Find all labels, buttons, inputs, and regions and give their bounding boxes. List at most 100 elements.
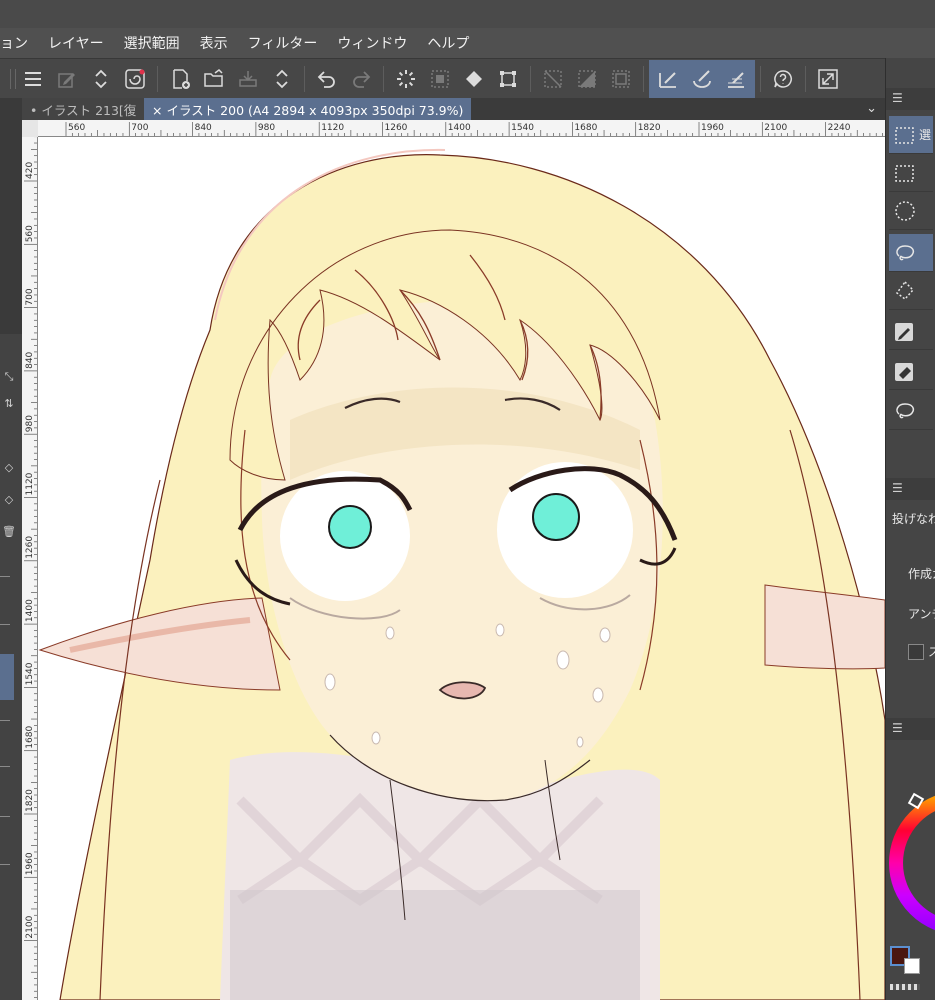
right-ear <box>764 584 885 670</box>
ruler-tick-label: 1260 <box>25 536 35 559</box>
tool-ellipse-selection[interactable] <box>889 192 933 230</box>
panel-header[interactable]: ☰ <box>886 88 935 110</box>
illustration <box>38 148 885 1000</box>
title-strip <box>0 0 935 28</box>
help-icon[interactable] <box>768 64 798 94</box>
resize-icon[interactable]: ⤡ <box>0 368 18 386</box>
document-tabs: • イラスト 213[復 × イラスト 200 (A4 2894 x 4093p… <box>22 98 885 120</box>
fill-icon[interactable] <box>459 64 489 94</box>
panel-menu-icon[interactable]: ☰ <box>892 481 903 495</box>
hide-selection-icon[interactable] <box>538 64 568 94</box>
menu-bar: ョン レイヤー 選択範囲 表示 フィルター ウィンドウ ヘルプ <box>0 28 935 58</box>
right-panel: ☰ 選 ☰ 投げなわ 作成ガ アンチ ス ☰ <box>885 58 935 1000</box>
snap-special-ruler-icon[interactable] <box>687 64 717 94</box>
layer-divider <box>0 624 10 625</box>
ruler-tick-label: 560 <box>68 123 85 133</box>
menu-animation[interactable]: ョン <box>0 33 38 53</box>
toolbar-separator <box>760 65 761 92</box>
ruler-top-ticks: 560 700 840 980 1120 1260 1400 1540 1680 1820 1960… <box>65 122 883 136</box>
drawing-canvas[interactable] <box>38 137 885 1000</box>
tool-shrink-selection[interactable] <box>889 392 933 430</box>
tool-selection-pen[interactable] <box>889 312 933 350</box>
ruler-tick-label: 980 <box>25 415 35 432</box>
color-wheel[interactable] <box>886 758 935 958</box>
tab-active[interactable]: × イラスト 200 (A4 2894 x 4093px 350dpi 73.9… <box>144 98 472 120</box>
ruler-tick-label: 2100 <box>764 123 787 133</box>
menu-window[interactable]: ウィンドウ <box>327 33 417 53</box>
panel-menu-icon[interactable]: ☰ <box>892 91 903 105</box>
menu-layer[interactable]: レイヤー <box>38 33 114 53</box>
ruler-tick-label: 840 <box>195 123 212 133</box>
tab-inactive[interactable]: • イラスト 213[復 <box>22 98 144 120</box>
swap-icon[interactable]: ◇ <box>0 490 18 508</box>
ruler-left[interactable]: 420 560 700 840 980 1120 1260 1400 1540 1680 1820 1… <box>22 137 38 1000</box>
ruler-tick-label: 1680 <box>574 123 597 133</box>
ruler-tick-label: 2240 <box>828 123 851 133</box>
snap-grid-icon[interactable] <box>721 64 751 94</box>
open-folder-icon[interactable] <box>199 64 229 94</box>
polyline-selection-icon <box>895 280 915 300</box>
option-create: 作成ガ <box>908 567 935 581</box>
layer-divider <box>0 576 10 577</box>
swap-icon[interactable] <box>267 64 297 94</box>
new-canvas-icon[interactable] <box>165 64 195 94</box>
ruler-tick-label: 1400 <box>25 599 35 622</box>
tool-label: 選 <box>919 128 932 142</box>
panel-menu-icon[interactable]: ☰ <box>892 721 903 735</box>
option-checkbox-label: ス <box>928 645 935 659</box>
invert-selection-icon[interactable] <box>572 64 602 94</box>
right-iris <box>532 493 580 541</box>
ruler-tick-label: 1400 <box>448 123 471 133</box>
sub-color-swatch[interactable] <box>904 958 920 974</box>
option-antialias: アンチ <box>908 607 935 621</box>
chevron-down-icon[interactable]: ⌄ <box>866 101 877 116</box>
transform-icon[interactable] <box>493 64 523 94</box>
toolbar-grip[interactable] <box>10 68 16 89</box>
ruler-left-ticks: 420 560 700 840 980 1120 1260 1400 1540 1680 1820 1… <box>24 137 37 998</box>
tool-lasso[interactable] <box>889 234 933 272</box>
loading-icon[interactable] <box>391 64 421 94</box>
pen-settings-icon[interactable] <box>52 64 82 94</box>
ruler-tick-label: 1540 <box>511 123 534 133</box>
left-iris <box>328 505 372 549</box>
ruler-tick-label: 840 <box>25 351 35 368</box>
ruler-tick-label: 1960 <box>25 852 35 875</box>
ellipse-selection-icon <box>895 200 915 221</box>
menu-view[interactable]: 表示 <box>190 33 238 53</box>
fullscreen-icon[interactable] <box>813 64 843 94</box>
swap-icon[interactable] <box>86 64 116 94</box>
clear-selection-icon[interactable] <box>425 64 455 94</box>
menu-help[interactable]: ヘルプ <box>417 33 479 53</box>
ruler-top[interactable]: 560 700 840 980 1120 1260 1400 1540 1680 1820 1960… <box>38 120 885 137</box>
flip-icon[interactable]: ⇅ <box>0 394 18 412</box>
selection-border-icon[interactable] <box>606 64 636 94</box>
undo-icon[interactable] <box>312 64 342 94</box>
tool-property-header[interactable]: ☰ <box>886 478 935 500</box>
transparent-color-swatch[interactable] <box>890 984 920 990</box>
save-icon[interactable] <box>233 64 263 94</box>
ruler-tick-label: 1960 <box>701 123 724 133</box>
left-panel-upper <box>0 98 22 334</box>
lasso-icon <box>896 402 915 418</box>
option-checkbox[interactable] <box>908 644 924 660</box>
tool-property-name: 投げなわ <box>892 512 935 526</box>
selected-layer[interactable] <box>0 654 14 700</box>
redo-icon[interactable] <box>346 64 376 94</box>
color-panel-header[interactable]: ☰ <box>886 718 935 740</box>
menu-filter[interactable]: フィルター <box>238 33 328 53</box>
tool-polyline-selection[interactable] <box>889 272 933 310</box>
swap-icon[interactable]: ◇ <box>0 458 18 476</box>
trash-icon[interactable]: 🗑 <box>0 522 18 540</box>
ruler-tick-label: 700 <box>25 288 35 305</box>
toolbar-separator <box>805 65 806 92</box>
command-bar <box>0 58 885 98</box>
tool-rect-selection-alt[interactable] <box>889 154 933 192</box>
menu-selection[interactable]: 選択範囲 <box>114 33 190 53</box>
ruler-tick-label: 420 <box>25 162 35 179</box>
layer-icon[interactable] <box>120 64 150 94</box>
tool-rect-selection[interactable]: 選 <box>889 116 933 154</box>
snap-ruler-icon[interactable] <box>653 64 683 94</box>
layer-divider <box>0 816 10 817</box>
menu-icon[interactable] <box>18 64 48 94</box>
tool-selection-eraser[interactable] <box>889 352 933 390</box>
